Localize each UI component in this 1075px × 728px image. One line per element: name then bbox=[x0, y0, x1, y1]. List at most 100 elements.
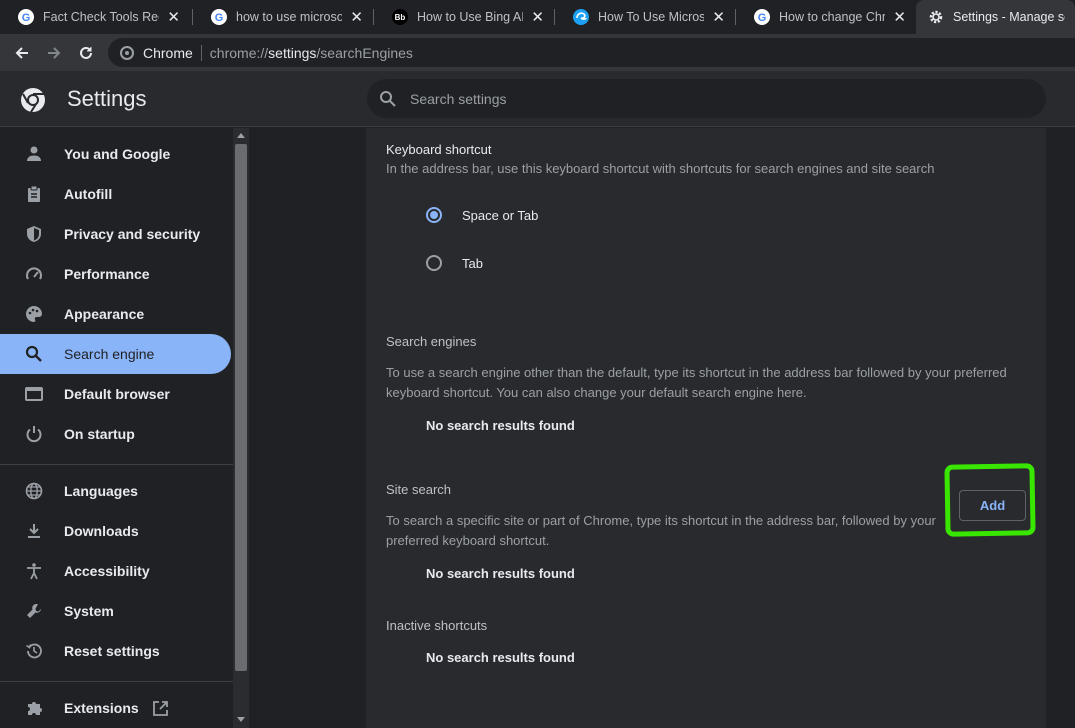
search-engines-title: Search engines bbox=[386, 334, 477, 349]
sidebar-item-label: Autofill bbox=[64, 186, 113, 202]
sidebar-item-privacy[interactable]: Privacy and security bbox=[0, 214, 231, 254]
tab-strip: G Fact Check Tools Rece ✕ G how to use m… bbox=[0, 0, 1075, 34]
sidebar: You and Google Autofill Privacy and secu… bbox=[0, 128, 233, 728]
history-icon bbox=[24, 641, 44, 661]
site-search-title: Site search bbox=[386, 482, 452, 497]
wrench-icon bbox=[24, 601, 44, 621]
radio-label: Space or Tab bbox=[462, 207, 539, 223]
address-bar[interactable]: Chrome chrome://settings/searchEngines bbox=[108, 38, 1075, 67]
sidebar-item-label: Performance bbox=[64, 266, 150, 282]
search-icon bbox=[380, 90, 396, 107]
tab-4[interactable]: G How to change Chrom ✕ bbox=[736, 0, 916, 34]
url-text: chrome://settings/searchEngines bbox=[209, 44, 413, 61]
scroll-up-arrow[interactable] bbox=[237, 133, 245, 138]
sidebar-item-label: Extensions bbox=[64, 700, 139, 716]
sidebar-item-label: You and Google bbox=[64, 146, 171, 162]
globe-icon bbox=[24, 481, 44, 501]
sidebar-item-performance[interactable]: Performance bbox=[0, 254, 231, 294]
tab-5-active[interactable]: Settings - Manage sea bbox=[916, 0, 1075, 34]
close-icon[interactable]: ✕ bbox=[167, 8, 180, 26]
reload-icon bbox=[80, 46, 92, 59]
arrow-right-icon bbox=[48, 47, 61, 59]
palette-icon bbox=[24, 304, 44, 324]
sidebar-item-label: Downloads bbox=[64, 523, 139, 539]
accessibility-icon bbox=[24, 561, 44, 581]
settings-search[interactable] bbox=[367, 79, 1046, 118]
shield-icon bbox=[24, 224, 44, 244]
radio-button[interactable] bbox=[426, 255, 442, 271]
keyboard-shortcut-title: Keyboard shortcut bbox=[386, 142, 492, 157]
power-icon bbox=[24, 424, 44, 444]
sidebar-item-languages[interactable]: Languages bbox=[0, 471, 231, 511]
search-icon bbox=[24, 344, 44, 364]
close-icon[interactable]: ✕ bbox=[350, 8, 363, 26]
svg-text:G: G bbox=[22, 12, 31, 24]
download-icon bbox=[24, 521, 44, 541]
close-icon[interactable]: ✕ bbox=[712, 8, 725, 26]
sidebar-divider bbox=[0, 681, 233, 682]
browser-toolbar: Chrome chrome://settings/searchEngines bbox=[0, 34, 1075, 71]
search-engines-empty: No search results found bbox=[426, 418, 575, 433]
sidebar-item-label: Languages bbox=[64, 483, 138, 499]
tab-title: how to use microsoft I bbox=[236, 10, 343, 24]
sidebar-item-downloads[interactable]: Downloads bbox=[0, 511, 231, 551]
sidebar-item-reset[interactable]: Reset settings bbox=[0, 631, 231, 671]
forward-button[interactable] bbox=[42, 41, 66, 65]
sidebar-item-you-and-google[interactable]: You and Google bbox=[0, 134, 231, 174]
tab-0[interactable]: G Fact Check Tools Rece ✕ bbox=[0, 0, 190, 34]
external-link-icon bbox=[152, 700, 169, 717]
settings-header: Settings bbox=[0, 71, 1075, 127]
sidebar-item-label: Reset settings bbox=[64, 643, 160, 659]
sidebar-item-label: Accessibility bbox=[64, 563, 150, 579]
sidebar-item-label: Privacy and security bbox=[64, 226, 201, 242]
tab-3[interactable]: How To Use Microsoft ✕ bbox=[555, 0, 735, 34]
sidebar-item-autofill[interactable]: Autofill bbox=[0, 174, 231, 214]
sidebar-item-on-startup[interactable]: On startup bbox=[0, 414, 231, 454]
scroll-down-arrow[interactable] bbox=[237, 717, 245, 722]
search-input[interactable] bbox=[410, 90, 1010, 107]
sidebar-item-appearance[interactable]: Appearance bbox=[0, 294, 231, 334]
tab-title: Fact Check Tools Rece bbox=[43, 10, 160, 24]
svg-text:G: G bbox=[758, 12, 767, 24]
close-icon[interactable]: ✕ bbox=[531, 8, 544, 26]
google-icon: G bbox=[18, 9, 34, 25]
chrome-icon bbox=[120, 45, 134, 60]
close-icon[interactable]: ✕ bbox=[893, 8, 906, 26]
clipboard-icon bbox=[24, 184, 44, 204]
sidebar-item-default-browser[interactable]: Default browser bbox=[0, 374, 231, 414]
sidebar-item-label: Search engine bbox=[64, 346, 155, 362]
sidebar-item-label: System bbox=[64, 603, 114, 619]
sidebar-item-extensions[interactable]: Extensions bbox=[0, 688, 231, 728]
sidebar-item-search-engine[interactable]: Search engine bbox=[0, 334, 231, 374]
tab-2[interactable]: Bb How to Use Bing AI In ✕ bbox=[374, 0, 554, 34]
sidebar-item-accessibility[interactable]: Accessibility bbox=[0, 551, 231, 591]
inactive-shortcuts-empty: No search results found bbox=[426, 650, 575, 665]
page-title: Settings bbox=[67, 86, 147, 111]
sidebar-item-label: Appearance bbox=[64, 306, 145, 322]
gear-icon bbox=[928, 9, 944, 25]
person-icon bbox=[24, 144, 44, 164]
google-icon: G bbox=[754, 9, 770, 25]
inactive-shortcuts-title: Inactive shortcuts bbox=[386, 618, 488, 633]
radio-button-checked[interactable] bbox=[426, 207, 442, 223]
browser-icon bbox=[24, 384, 44, 404]
sidebar-item-system[interactable]: System bbox=[0, 591, 231, 631]
scroll-thumb[interactable] bbox=[235, 144, 247, 671]
tab-title: How to Use Bing AI In bbox=[417, 10, 524, 24]
site-search-empty: No search results found bbox=[426, 566, 575, 581]
puzzle-icon bbox=[24, 698, 44, 718]
sidebar-scrollbar[interactable] bbox=[233, 128, 249, 728]
tab-title: How To Use Microsoft bbox=[598, 10, 705, 24]
highlight-annotation bbox=[944, 463, 1036, 537]
sidebar-divider bbox=[0, 464, 233, 465]
keyboard-shortcut-description: In the address bar, use this keyboard sh… bbox=[386, 161, 935, 176]
radio-space-or-tab[interactable]: Space or Tab bbox=[426, 207, 538, 223]
reload-button[interactable] bbox=[74, 41, 98, 65]
svg-text:G: G bbox=[215, 12, 224, 24]
site-label: Chrome bbox=[143, 44, 193, 61]
tab-1[interactable]: G how to use microsoft I ✕ bbox=[193, 0, 373, 34]
google-icon: G bbox=[211, 9, 227, 25]
back-button[interactable] bbox=[10, 41, 34, 65]
radio-tab[interactable]: Tab bbox=[426, 255, 483, 271]
chrome-logo-icon bbox=[21, 88, 45, 113]
